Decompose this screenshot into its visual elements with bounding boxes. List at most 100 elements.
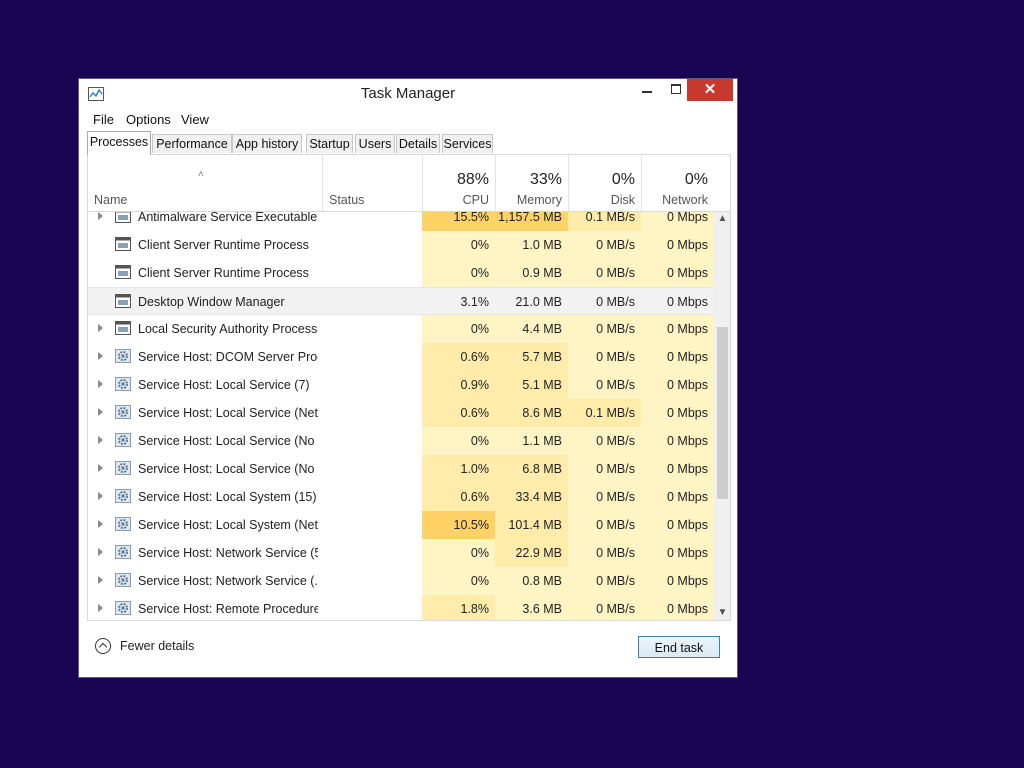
network-cell: 0 Mbps [641,455,714,483]
gear-icon [115,601,131,615]
vertical-scrollbar[interactable]: ▲ ▼ [714,211,730,620]
minimize-button[interactable] [632,79,662,101]
gear-icon [115,545,131,559]
column-status[interactable]: Status [322,155,422,211]
column-name-label: Name [94,193,128,207]
gear-icon [115,433,131,447]
scroll-up-icon[interactable]: ▲ [714,211,730,227]
scrollbar-thumb[interactable] [717,327,728,499]
tab-app-history[interactable]: App history [232,134,302,153]
column-memory-label: Memory [516,193,562,207]
expand-arrow-icon[interactable] [98,548,103,556]
process-row[interactable]: Desktop Window Manager 3.1% 21.0 MB 0 MB/s 0… [88,287,714,315]
expand-arrow-icon[interactable] [98,408,103,416]
gear-icon [115,517,131,531]
memory-cell: 3.6 MB [495,595,568,620]
close-button[interactable]: ✕ [687,79,733,101]
memory-cell: 101.4 MB [495,511,568,539]
process-row[interactable]: Client Server Runtime Process 0% 0.9 MB 0 M… [88,259,714,287]
process-name: Client Server Runtime Process [138,266,309,280]
process-name: Service Host: DCOM Server Proc... [138,350,318,364]
disk-cell: 0 MB/s [568,343,641,371]
process-name: Service Host: Remote Procedure... [138,602,318,616]
cpu-cell: 1.0% [422,455,495,483]
cpu-cell: 15.5% [422,211,495,231]
process-row[interactable]: Client Server Runtime Process 0% 1.0 MB 0 M… [88,231,714,259]
menu-options[interactable]: Options [126,112,171,127]
process-row[interactable]: Service Host: Network Service (5) 0% 22.9 … [88,539,714,567]
column-network[interactable]: 0% Network [641,155,714,211]
gear-icon [115,349,131,363]
title-bar[interactable]: Task Manager ✕ [79,79,737,109]
process-row[interactable]: Service Host: Local System (15) 0.6% 33.4 … [88,483,714,511]
process-row[interactable]: Antimalware Service Executable 15.5% 1,157… [88,211,714,231]
disk-cell: 0 MB/s [568,427,641,455]
column-status-label: Status [329,193,365,207]
process-name: Service Host: Local Service (No I... [138,434,318,448]
menu-file[interactable]: File [93,112,114,127]
menu-view[interactable]: View [181,112,209,127]
column-memory[interactable]: 33% Memory [495,155,568,211]
tab-users[interactable]: Users [355,134,395,153]
memory-cell: 1,157.5 MB [495,211,568,231]
network-cell: 0 Mbps [641,567,714,595]
expand-arrow-icon[interactable] [98,604,103,612]
tab-startup[interactable]: Startup [306,134,353,153]
expand-arrow-icon[interactable] [98,212,103,220]
expand-arrow-icon[interactable] [98,380,103,388]
process-row[interactable]: Service Host: Network Service (... 0% 0.8 … [88,567,714,595]
expand-arrow-icon[interactable] [98,576,103,584]
expand-arrow-icon[interactable] [98,520,103,528]
column-cpu[interactable]: 88% CPU [422,155,495,211]
process-row[interactable]: Local Security Authority Process... 0% 4.4… [88,315,714,343]
memory-cell: 1.0 MB [495,231,568,259]
network-cell: 0 Mbps [641,315,714,343]
column-name[interactable]: ˄ Name [88,155,322,211]
process-name: Service Host: Local Service (7) [138,378,310,392]
process-row[interactable]: Service Host: Local System (Net... 10.5% 1… [88,511,714,539]
end-task-button[interactable]: End task [638,636,720,658]
tab-services[interactable]: Services [442,134,493,153]
process-name: Client Server Runtime Process [138,238,309,252]
process-row[interactable]: Service Host: DCOM Server Proc... 0.6% 5.7… [88,343,714,371]
process-row[interactable]: Service Host: Remote Procedure... 1.8% 3.6… [88,595,714,620]
cpu-cell: 0.6% [422,483,495,511]
expand-arrow-icon[interactable] [98,324,103,332]
expand-arrow-icon[interactable] [98,436,103,444]
process-row[interactable]: Service Host: Local Service (No I... 0% 1.… [88,427,714,455]
process-row[interactable]: Service Host: Local Service (No ... 1.0% 6… [88,455,714,483]
memory-cell: 6.8 MB [495,455,568,483]
cpu-cell: 1.8% [422,595,495,620]
process-row[interactable]: Service Host: Local Service (Net... 0.6% 8… [88,399,714,427]
column-disk[interactable]: 0% Disk [568,155,641,211]
memory-cell: 0.9 MB [495,259,568,287]
expand-arrow-icon[interactable] [98,464,103,472]
network-total: 0% [684,171,708,188]
memory-cell: 33.4 MB [495,483,568,511]
expand-arrow-icon[interactable] [98,492,103,500]
process-row[interactable]: Service Host: Local Service (7) 0.9% 5.1 M… [88,371,714,399]
memory-cell: 21.0 MB [515,295,562,309]
cpu-cell: 3.1% [460,295,490,309]
column-cpu-label: CPU [462,193,489,207]
memory-cell: 1.1 MB [495,427,568,455]
tab-details[interactable]: Details [396,134,440,153]
collapse-chevron-icon[interactable] [95,638,111,654]
tab-processes[interactable]: Processes [87,131,151,155]
menu-bar: File Options View [79,109,737,129]
tab-strip: Processes Performance App history Startu… [79,131,737,155]
tab-performance[interactable]: Performance [152,134,232,153]
scroll-down-icon[interactable]: ▼ [714,605,730,620]
network-cell: 0 Mbps [641,371,714,399]
process-name: Service Host: Local System (15) [138,490,317,504]
fewer-details-link[interactable]: Fewer details [120,639,194,653]
column-disk-label: Disk [610,193,635,207]
window-icon [115,294,131,308]
network-cell: 0 Mbps [641,259,714,287]
process-name: Service Host: Network Service (... [138,574,318,588]
window-icon [115,321,131,335]
expand-arrow-icon[interactable] [98,352,103,360]
disk-cell: 0 MB/s [568,455,641,483]
cpu-cell: 10.5% [422,511,495,539]
process-name: Antimalware Service Executable [138,211,318,224]
